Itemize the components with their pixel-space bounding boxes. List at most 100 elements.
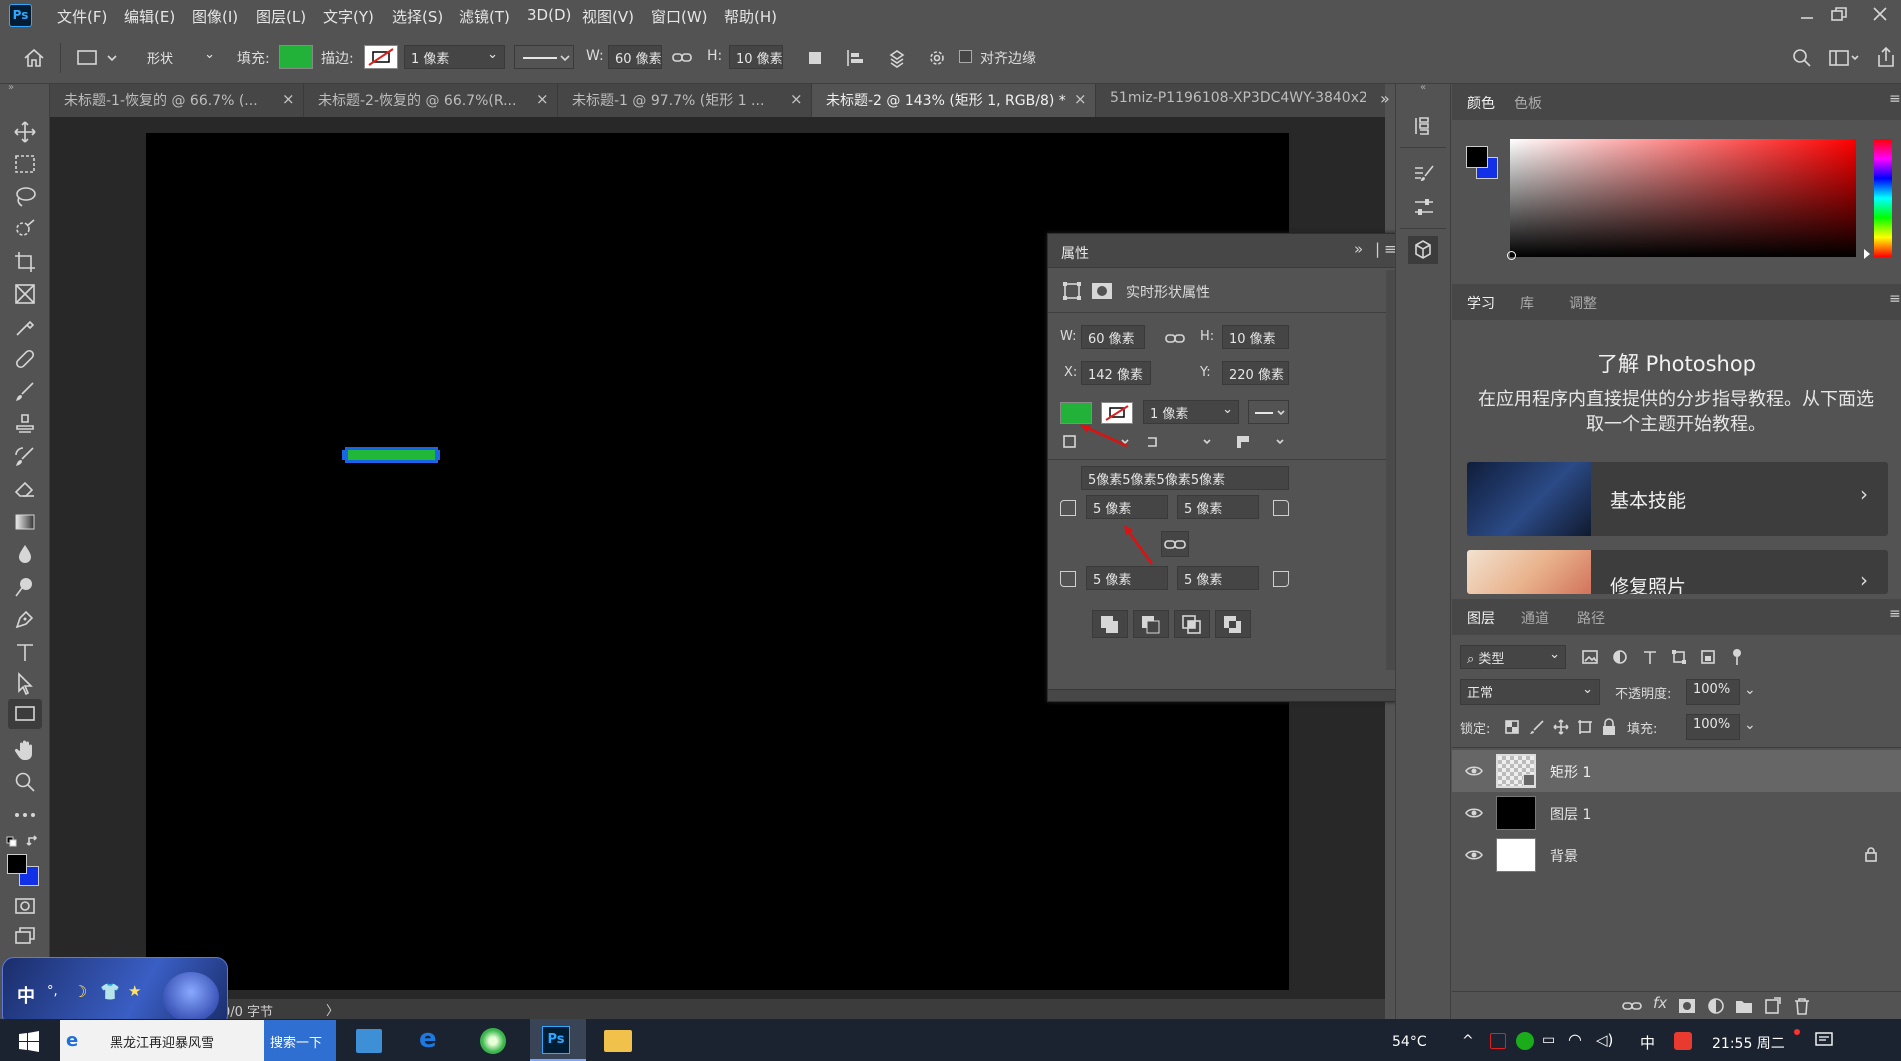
tab-adjustments[interactable]: 调整 [1569, 293, 1597, 313]
tab-document-5[interactable]: 51miz-P1196108-XP3DC4WY-3840x2 [1096, 84, 1366, 117]
ime-mode-label[interactable]: 中 [17, 982, 35, 1008]
tray-wechat-icon[interactable] [1516, 1032, 1534, 1050]
hue-slider[interactable] [1874, 139, 1892, 257]
tab-document-3[interactable]: 未标题-1 @ 97.7% (矩形 1 ... × [558, 84, 812, 117]
filter-smart-object-icon[interactable] [1700, 649, 1716, 665]
edge-browser-icon[interactable]: e [419, 1024, 437, 1054]
path-ops-subtract-button[interactable] [1133, 610, 1169, 638]
menu-image[interactable]: 图像(I) [192, 6, 238, 27]
restore-button[interactable] [1829, 4, 1849, 24]
ime-moon-icon[interactable]: ☽ [73, 982, 87, 1001]
menu-window[interactable]: 窗口(W) [651, 6, 708, 27]
eye-icon[interactable] [1465, 764, 1483, 778]
move-tool-icon[interactable] [13, 120, 37, 144]
3d-panel-icon[interactable] [1408, 236, 1438, 264]
action-center-icon[interactable] [1815, 1032, 1833, 1048]
tab-swatches[interactable]: 色板 [1514, 93, 1542, 113]
menu-view[interactable]: 视图(V) [582, 6, 634, 27]
quick-mask-icon[interactable] [13, 894, 37, 918]
foreground-color-swatch[interactable] [7, 854, 27, 874]
prop-stroke-width-field[interactable]: 1 像素 ⌄ [1143, 400, 1239, 424]
prop-x-field[interactable]: 142 像素 [1081, 361, 1151, 385]
windows-start-icon[interactable] [18, 1031, 40, 1053]
layer-filter-select[interactable]: ⌕ 类型 ⌄ [1460, 645, 1566, 669]
stroke-corner-select[interactable] [1233, 432, 1289, 452]
collapse-panel-icon[interactable]: » [1354, 240, 1363, 258]
mask-icon[interactable] [1091, 280, 1113, 302]
close-icon[interactable]: × [282, 90, 295, 108]
tray-ime-indicator[interactable]: 中 [1640, 1032, 1655, 1053]
prop-y-field[interactable]: 220 像素 [1222, 361, 1289, 385]
learn-card-fix-photos[interactable]: 修复照片 › [1467, 550, 1888, 594]
layer-row-background[interactable]: 背景 [1452, 834, 1901, 876]
stroke-cap-select[interactable] [1142, 432, 1218, 452]
default-colors-icon[interactable] [6, 836, 18, 848]
pen-tool-icon[interactable] [13, 607, 37, 631]
tray-battery-icon[interactable]: ▭ [1542, 1032, 1555, 1048]
tab-channels[interactable]: 通道 [1521, 608, 1549, 628]
home-icon[interactable] [22, 46, 46, 70]
workspace-icon[interactable] [1828, 47, 1860, 69]
align-edges-checkbox[interactable] [959, 50, 972, 63]
ime-punctuation-icon[interactable]: °, [47, 984, 58, 999]
brush-tool-icon[interactable] [13, 380, 37, 404]
lock-transparent-icon[interactable] [1504, 719, 1520, 735]
history-brush-tool-icon[interactable] [13, 445, 37, 469]
menu-filter[interactable]: 滤镜(T) [459, 6, 510, 27]
photoshop-taskbar-icon[interactable]: Ps [530, 1019, 586, 1061]
blend-mode-select[interactable]: 正常 ⌄ [1460, 679, 1600, 705]
tab-layers[interactable]: 图层 [1467, 608, 1495, 628]
corner-tr-field[interactable]: 5 像素 [1177, 495, 1259, 519]
opacity-field[interactable]: 100% [1686, 679, 1740, 705]
swap-colors-icon[interactable] [26, 834, 40, 848]
frame-tool-icon[interactable] [13, 282, 37, 306]
hue-slider-handle[interactable] [1864, 249, 1870, 259]
link-icon[interactable] [671, 47, 693, 67]
path-selection-tool-icon[interactable] [13, 672, 37, 696]
zoom-tool-icon[interactable] [13, 770, 37, 794]
menu-type[interactable]: 文字(Y) [323, 6, 374, 27]
fill-field[interactable]: 100% [1686, 714, 1740, 740]
filter-shape-icon[interactable] [1671, 649, 1687, 665]
close-icon[interactable]: × [790, 90, 803, 108]
add-mask-icon[interactable] [1678, 997, 1696, 1015]
prop-width-field[interactable]: 60 像素 [1081, 325, 1145, 349]
crop-tool-icon[interactable] [13, 250, 37, 274]
layer-row-rectangle[interactable]: 矩形 1 [1452, 750, 1901, 792]
adjustments-icon[interactable] [1412, 195, 1436, 219]
tab-learn[interactable]: 学习 [1467, 293, 1495, 313]
color-fg-swatch[interactable] [1466, 146, 1488, 168]
path-operations-icon[interactable] [805, 48, 825, 68]
chevron-down-icon[interactable]: ⌄ [1744, 717, 1756, 733]
corner-tl-field[interactable]: 5 像素 [1086, 495, 1168, 519]
toolbar-collapse-icon[interactable]: » [8, 82, 14, 93]
stroke-width-field[interactable]: 1 像素 ⌄ [404, 45, 505, 69]
gradient-tool-icon[interactable] [13, 510, 37, 534]
lock-image-icon[interactable] [1529, 719, 1545, 735]
tool-preset-picker[interactable] [76, 47, 120, 69]
link-icon[interactable] [1164, 328, 1186, 348]
lock-icon[interactable] [1864, 846, 1878, 862]
link-corners-button[interactable] [1161, 531, 1189, 557]
tray-sogou-icon[interactable] [1674, 1032, 1692, 1050]
stroke-type-select[interactable] [514, 45, 574, 69]
healing-brush-tool-icon[interactable] [13, 347, 37, 371]
dock-collapse-icon[interactable]: « [1420, 82, 1426, 93]
gear-icon[interactable] [926, 47, 948, 69]
shape-mode-select[interactable]: 形状 ⌄ [140, 45, 222, 69]
width-field[interactable]: 60 像素 [608, 45, 662, 69]
blur-tool-icon[interactable] [13, 542, 37, 566]
filter-pixel-icon[interactable] [1582, 649, 1598, 665]
corner-br-field[interactable]: 5 像素 [1177, 566, 1259, 590]
eyedropper-tool-icon[interactable] [13, 315, 37, 339]
filter-adjustment-icon[interactable] [1612, 649, 1628, 665]
lock-artboard-icon[interactable] [1577, 719, 1593, 735]
corner-radius-all-field[interactable]: 5像素5像素5像素5像素 [1081, 466, 1289, 490]
quick-selection-tool-icon[interactable] [13, 217, 37, 241]
ime-floating-bar[interactable]: 中 °, ☽ 👕 ★ [2, 957, 228, 1027]
panel-menu-icon[interactable]: ≡ [1889, 291, 1901, 307]
lock-all-icon[interactable] [1601, 718, 1617, 736]
panel-menu-icon[interactable]: ≡ [1889, 606, 1901, 622]
path-ops-combine-button[interactable] [1092, 610, 1128, 638]
status-menu-arrow[interactable]: 〉 [326, 1000, 339, 1019]
